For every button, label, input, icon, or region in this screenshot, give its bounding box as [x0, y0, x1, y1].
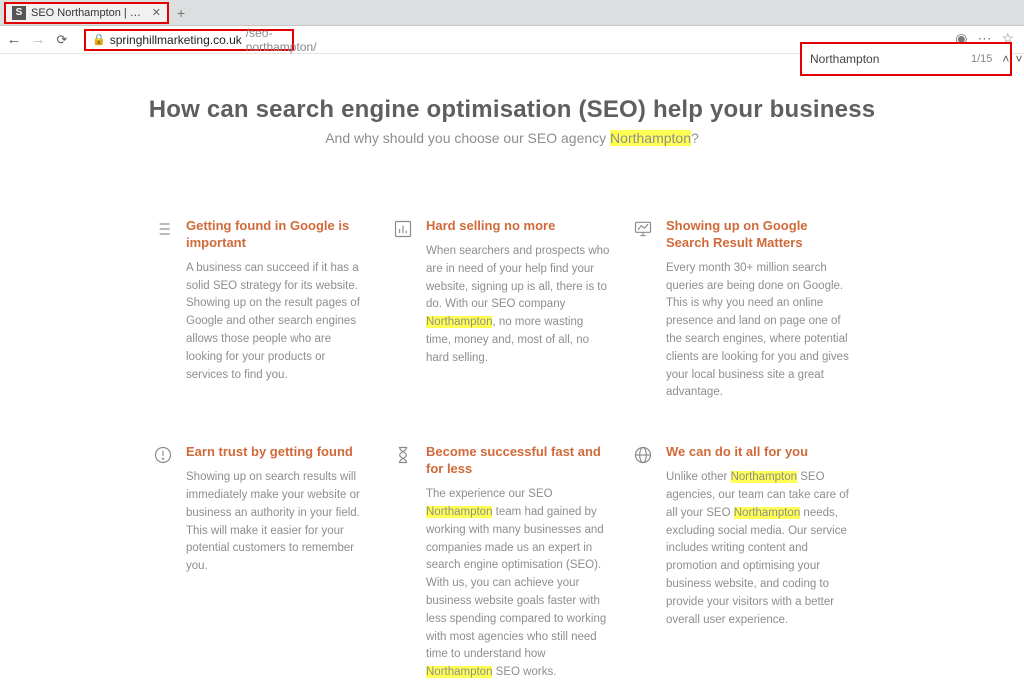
card-hard-selling: Hard selling no more When searchers and … [392, 218, 632, 402]
hero: How can search engine optimisation (SEO)… [0, 96, 1024, 146]
card-title: We can do it all for you [666, 444, 850, 461]
card-showing-up: Showing up on Google Search Result Matte… [632, 218, 872, 402]
feature-grid: Getting found in Google is important A b… [127, 218, 897, 682]
lock-icon: 🔒 [92, 33, 106, 46]
new-tab-button[interactable]: + [177, 5, 185, 21]
highlight: Northampton [426, 316, 492, 328]
back-button[interactable]: ← [6, 32, 22, 48]
url-field[interactable]: 🔒 springhillmarketing.co.uk/seo-northamp… [84, 29, 294, 51]
card-body: The experience our SEO Northampton team … [426, 486, 610, 682]
page-subtitle: And why should you choose our SEO agency… [0, 130, 1024, 146]
globe-icon [632, 444, 654, 466]
highlight: Northampton [734, 507, 800, 519]
find-in-page-bar: 1/15 ˄ ˅ ✕ [800, 42, 1012, 76]
bar-chart-icon [392, 218, 414, 240]
page-content: How can search engine optimisation (SEO)… [0, 54, 1024, 611]
close-icon[interactable]: ✕ [152, 6, 161, 19]
forward-button: → [30, 32, 46, 48]
list-icon [152, 218, 174, 240]
find-prev-button[interactable]: ˄ [1002, 52, 1009, 66]
highlight: Northampton [426, 666, 492, 678]
card-earn-trust: Earn trust by getting found Showing up o… [152, 444, 392, 682]
card-body: When searchers and prospects who are in … [426, 243, 610, 368]
presentation-icon [632, 218, 654, 240]
url-domain: springhillmarketing.co.uk [110, 33, 242, 47]
find-next-button[interactable]: ˅ [1015, 52, 1022, 66]
find-count: 1/15 [971, 53, 992, 65]
card-title: Become successful fast and for less [426, 444, 610, 478]
card-body: Unlike other Northampton SEO agencies, o… [666, 469, 850, 629]
alert-icon [152, 444, 174, 466]
card-title: Showing up on Google Search Result Matte… [666, 218, 850, 252]
card-body: Every month 30+ million search queries a… [666, 260, 850, 403]
card-body: Showing up on search results will immedi… [186, 469, 370, 576]
card-body: A business can succeed if it has a solid… [186, 260, 370, 385]
hourglass-icon [392, 444, 414, 466]
reload-button[interactable]: ⟳ [54, 32, 70, 48]
favicon: S [12, 6, 26, 20]
find-input[interactable] [810, 52, 965, 66]
highlight: Northampton [610, 130, 691, 146]
card-title: Earn trust by getting found [186, 444, 370, 461]
url-path: /seo-northampton/ [246, 26, 317, 54]
highlight: Northampton [731, 471, 797, 483]
card-getting-found: Getting found in Google is important A b… [152, 218, 392, 402]
card-become-successful: Become successful fast and for less The … [392, 444, 632, 682]
card-title: Getting found in Google is important [186, 218, 370, 252]
tab-title: SEO Northampton | Search Engi [31, 7, 147, 19]
browser-tab-bar: S SEO Northampton | Search Engi ✕ + [0, 0, 1024, 26]
browser-tab-active[interactable]: S SEO Northampton | Search Engi ✕ [4, 2, 169, 24]
card-we-can-do-it: We can do it all for you Unlike other No… [632, 444, 872, 682]
page-title: How can search engine optimisation (SEO)… [0, 96, 1024, 124]
card-title: Hard selling no more [426, 218, 610, 235]
highlight: Northampton [426, 506, 492, 518]
